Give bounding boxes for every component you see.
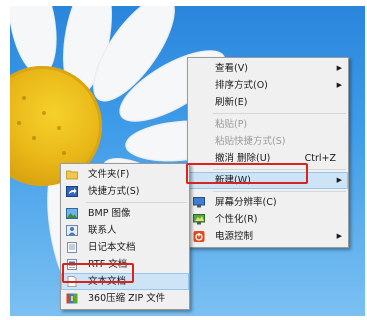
personalize-icon bbox=[193, 214, 205, 225]
new-item-contact[interactable]: 联系人 bbox=[61, 222, 189, 239]
menu-item-label: 排序方式(O) bbox=[215, 80, 268, 91]
new-item-folder[interactable]: 文件夹(F) bbox=[61, 166, 189, 183]
menu-item-label: 刷新(E) bbox=[215, 97, 248, 108]
zip-archive-icon bbox=[66, 293, 78, 304]
menu-item-label: 日记本文档 bbox=[88, 242, 136, 253]
submenu-arrow-icon: ▶ bbox=[336, 176, 342, 184]
menu-item-label: 粘贴(P) bbox=[215, 119, 248, 130]
highlight-callout-new bbox=[186, 163, 308, 184]
new-item-bmp-image[interactable]: BMP 图像 bbox=[61, 205, 189, 222]
menu-item-refresh[interactable]: 刷新(E) bbox=[188, 94, 348, 111]
menu-item-label: 电源控制 bbox=[215, 231, 254, 242]
new-item-zip-archive[interactable]: 360压缩 ZIP 文件 bbox=[61, 290, 189, 307]
journal-icon bbox=[67, 242, 77, 253]
menu-item-paste[interactable]: 粘贴(P) bbox=[188, 116, 348, 133]
menu-item-label: 粘贴快捷方式(S) bbox=[215, 136, 286, 147]
contact-icon bbox=[66, 225, 78, 236]
menu-item-label: 文件夹(F) bbox=[88, 169, 130, 180]
menu-separator bbox=[213, 113, 346, 114]
menu-item-screen-resolution[interactable]: 屏幕分辨率(C) bbox=[188, 194, 348, 211]
submenu-arrow-icon: ▶ bbox=[336, 81, 342, 89]
power-icon bbox=[193, 231, 205, 242]
new-submenu: 文件夹(F) 快捷方式(S) BMP 图像 联系人 日记本文档 RTF 文档 文… bbox=[60, 163, 190, 310]
menu-item-label: 联系人 bbox=[88, 225, 117, 236]
highlight-callout-text-document bbox=[62, 263, 134, 283]
submenu-arrow-icon: ▶ bbox=[336, 232, 342, 240]
bmp-image-icon bbox=[66, 208, 78, 219]
shortcut-icon bbox=[66, 186, 78, 197]
menu-item-label: 个性化(R) bbox=[215, 214, 258, 225]
menu-item-label: 屏幕分辨率(C) bbox=[215, 197, 277, 208]
menu-separator bbox=[213, 191, 346, 192]
desktop-context-menu: 查看(V) ▶ 排序方式(O) ▶ 刷新(E) 粘贴(P) 粘贴快捷方式(S) … bbox=[187, 57, 349, 248]
menu-item-power-control[interactable]: 电源控制 ▶ bbox=[188, 228, 348, 245]
menu-separator bbox=[86, 202, 187, 203]
menu-item-view[interactable]: 查看(V) ▶ bbox=[188, 60, 348, 77]
menu-item-sort-by[interactable]: 排序方式(O) ▶ bbox=[188, 77, 348, 94]
menu-item-label: 360压缩 ZIP 文件 bbox=[88, 293, 166, 304]
menu-item-personalize[interactable]: 个性化(R) bbox=[188, 211, 348, 228]
menu-item-label: 快捷方式(S) bbox=[88, 186, 140, 197]
folder-icon bbox=[66, 170, 78, 180]
new-item-shortcut[interactable]: 快捷方式(S) bbox=[61, 183, 189, 200]
display-icon bbox=[193, 197, 205, 208]
submenu-arrow-icon: ▶ bbox=[336, 64, 342, 72]
menu-item-label: BMP 图像 bbox=[88, 208, 131, 219]
menu-item-shortcut: Ctrl+Z bbox=[304, 153, 336, 164]
menu-item-paste-shortcut[interactable]: 粘贴快捷方式(S) bbox=[188, 133, 348, 150]
new-item-journal-document[interactable]: 日记本文档 bbox=[61, 239, 189, 256]
menu-item-label: 查看(V) bbox=[215, 63, 248, 74]
